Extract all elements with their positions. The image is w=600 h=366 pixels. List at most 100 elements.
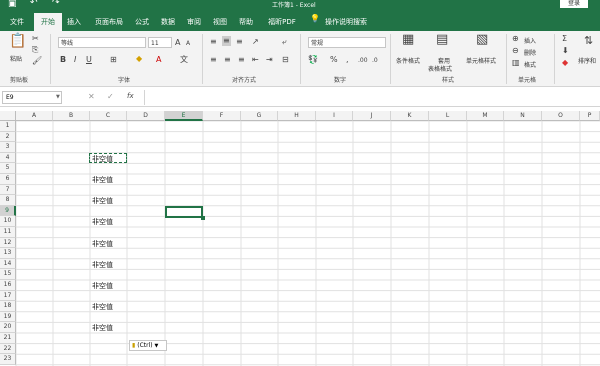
row-header[interactable]: 5 [0, 163, 16, 174]
cell-value[interactable]: 非空值 [92, 281, 113, 291]
tab-page-layout[interactable]: 页面布局 [88, 14, 130, 30]
decrease-font-icon[interactable]: A [186, 39, 190, 49]
phonetic-icon[interactable]: 文 [180, 55, 188, 65]
cell-value[interactable]: 非空值 [92, 239, 113, 249]
format-cells-button[interactable]: 格式 [524, 60, 536, 69]
tab-formulas[interactable]: 公式 [130, 14, 154, 30]
align-middle-icon[interactable]: ≡ [222, 36, 231, 46]
save-icon[interactable]: ▣ [8, 0, 17, 9]
cell-value[interactable]: 非空值 [92, 302, 113, 312]
align-right-icon[interactable]: ≡ [238, 55, 245, 65]
column-header[interactable]: P [580, 111, 600, 121]
column-header[interactable]: D [127, 111, 165, 121]
cell-value[interactable]: 非空值 [92, 217, 113, 227]
row-header[interactable]: 23 [0, 354, 16, 365]
column-header[interactable]: M [467, 111, 504, 121]
comma-style-icon[interactable]: , [346, 55, 349, 65]
copy-icon[interactable]: ⎘ [32, 45, 38, 55]
paste-button[interactable]: 粘贴 [10, 54, 22, 63]
paste-icon[interactable]: 📋 [9, 34, 26, 48]
cancel-icon[interactable]: ✕ [88, 92, 95, 101]
align-bottom-icon[interactable]: ≡ [236, 37, 243, 47]
bold-icon[interactable]: B [60, 55, 66, 65]
fill-color-icon[interactable]: ◆ [136, 54, 142, 64]
row-header[interactable]: 13 [0, 248, 16, 259]
select-all-corner[interactable] [0, 111, 16, 121]
conditional-format-icon[interactable]: ▦ [402, 33, 414, 46]
tell-me-search[interactable]: 操作说明搜索 [322, 14, 370, 30]
row-header[interactable]: 22 [0, 343, 16, 355]
wrap-text-icon[interactable]: ⤶ [282, 37, 286, 47]
name-box[interactable]: E9 [2, 91, 62, 104]
tab-data[interactable]: 数据 [156, 14, 180, 30]
borders-icon[interactable]: ⊞ [110, 55, 117, 65]
column-header[interactable]: I [316, 111, 353, 121]
column-header[interactable]: C [90, 111, 127, 121]
column-header[interactable]: G [241, 111, 278, 121]
decrease-decimal-icon[interactable]: .0 [372, 56, 378, 66]
active-cell-selection[interactable] [165, 206, 203, 218]
autosum-icon[interactable]: Σ [562, 34, 567, 44]
login-button[interactable]: 登录 [560, 0, 588, 8]
format-as-table-button-line2[interactable]: 表格格式 [428, 64, 452, 73]
paste-options-button[interactable]: ▮ (Ctrl) ▼ [129, 340, 167, 351]
row-header[interactable]: 19 [0, 311, 16, 323]
name-box-dropdown-icon[interactable]: ▼ [56, 94, 60, 100]
cell-value[interactable]: 非空值 [92, 323, 113, 333]
align-center-icon[interactable]: ≡ [224, 55, 231, 65]
column-header[interactable]: F [203, 111, 241, 121]
row-header[interactable]: 16 [0, 280, 16, 291]
row-header[interactable]: 12 [0, 237, 16, 249]
column-header[interactable]: A [16, 111, 53, 121]
delete-cells-button[interactable]: 删除 [524, 48, 536, 57]
column-header[interactable]: O [542, 111, 580, 121]
clear-icon[interactable]: ◆ [562, 58, 568, 68]
insert-cells-button[interactable]: 插入 [524, 36, 536, 45]
number-format-select[interactable]: 常规 [308, 37, 386, 48]
row-header[interactable]: 10 [0, 216, 16, 227]
column-header[interactable]: L [429, 111, 467, 121]
row-header[interactable]: 7 [0, 184, 16, 196]
font-color-icon[interactable]: A [156, 55, 161, 65]
cell-styles-icon[interactable]: ▧ [476, 33, 488, 46]
tab-insert[interactable]: 插入 [62, 14, 86, 30]
orientation-icon[interactable]: ↗ [252, 37, 259, 47]
row-header[interactable]: 17 [0, 290, 16, 302]
undo-icon[interactable]: ↶ [30, 0, 38, 8]
insert-function-button[interactable]: fx [127, 92, 134, 100]
column-header[interactable]: B [53, 111, 90, 121]
tab-review[interactable]: 审阅 [182, 14, 206, 30]
format-painter-icon[interactable]: 🖌 [32, 56, 42, 66]
tab-help[interactable]: 帮助 [234, 14, 258, 30]
column-header[interactable]: E [165, 111, 203, 121]
row-header[interactable]: 3 [0, 142, 16, 153]
increase-font-icon[interactable]: A [175, 38, 180, 48]
cell-styles-button[interactable]: 单元格样式 [466, 56, 496, 65]
column-header[interactable]: N [504, 111, 542, 121]
worksheet-grid[interactable] [0, 111, 600, 366]
fill-icon[interactable]: ⬇ [562, 46, 569, 56]
fill-handle[interactable] [201, 216, 205, 220]
cell-value[interactable]: 非空值 [92, 196, 113, 206]
row-header[interactable]: 18 [0, 301, 16, 312]
font-name-select[interactable]: 等线 [58, 37, 146, 48]
conditional-format-button[interactable]: 条件格式 [396, 56, 420, 65]
row-header[interactable]: 20 [0, 322, 16, 333]
row-header[interactable]: 8 [0, 195, 16, 206]
formula-input[interactable] [144, 90, 600, 105]
cell-value[interactable]: 非空值 [92, 260, 113, 270]
row-header[interactable]: 21 [0, 333, 16, 344]
redo-icon[interactable]: ↷ [52, 0, 60, 8]
increase-decimal-icon[interactable]: .00 [358, 56, 368, 66]
decrease-indent-icon[interactable]: ⇤ [252, 55, 259, 65]
tab-foxit-pdf[interactable]: 福昕PDF [262, 14, 302, 30]
column-header[interactable]: H [278, 111, 316, 121]
increase-indent-icon[interactable]: ⇥ [266, 55, 273, 65]
tab-home[interactable]: 开始 [34, 13, 62, 31]
row-header[interactable]: 6 [0, 174, 16, 185]
sort-filter-button[interactable]: 排序和 [578, 56, 596, 65]
row-header[interactable]: 14 [0, 258, 16, 270]
underline-icon[interactable]: U [86, 55, 92, 65]
row-header[interactable]: 15 [0, 269, 16, 280]
merge-center-icon[interactable]: ⊟ [282, 55, 289, 65]
